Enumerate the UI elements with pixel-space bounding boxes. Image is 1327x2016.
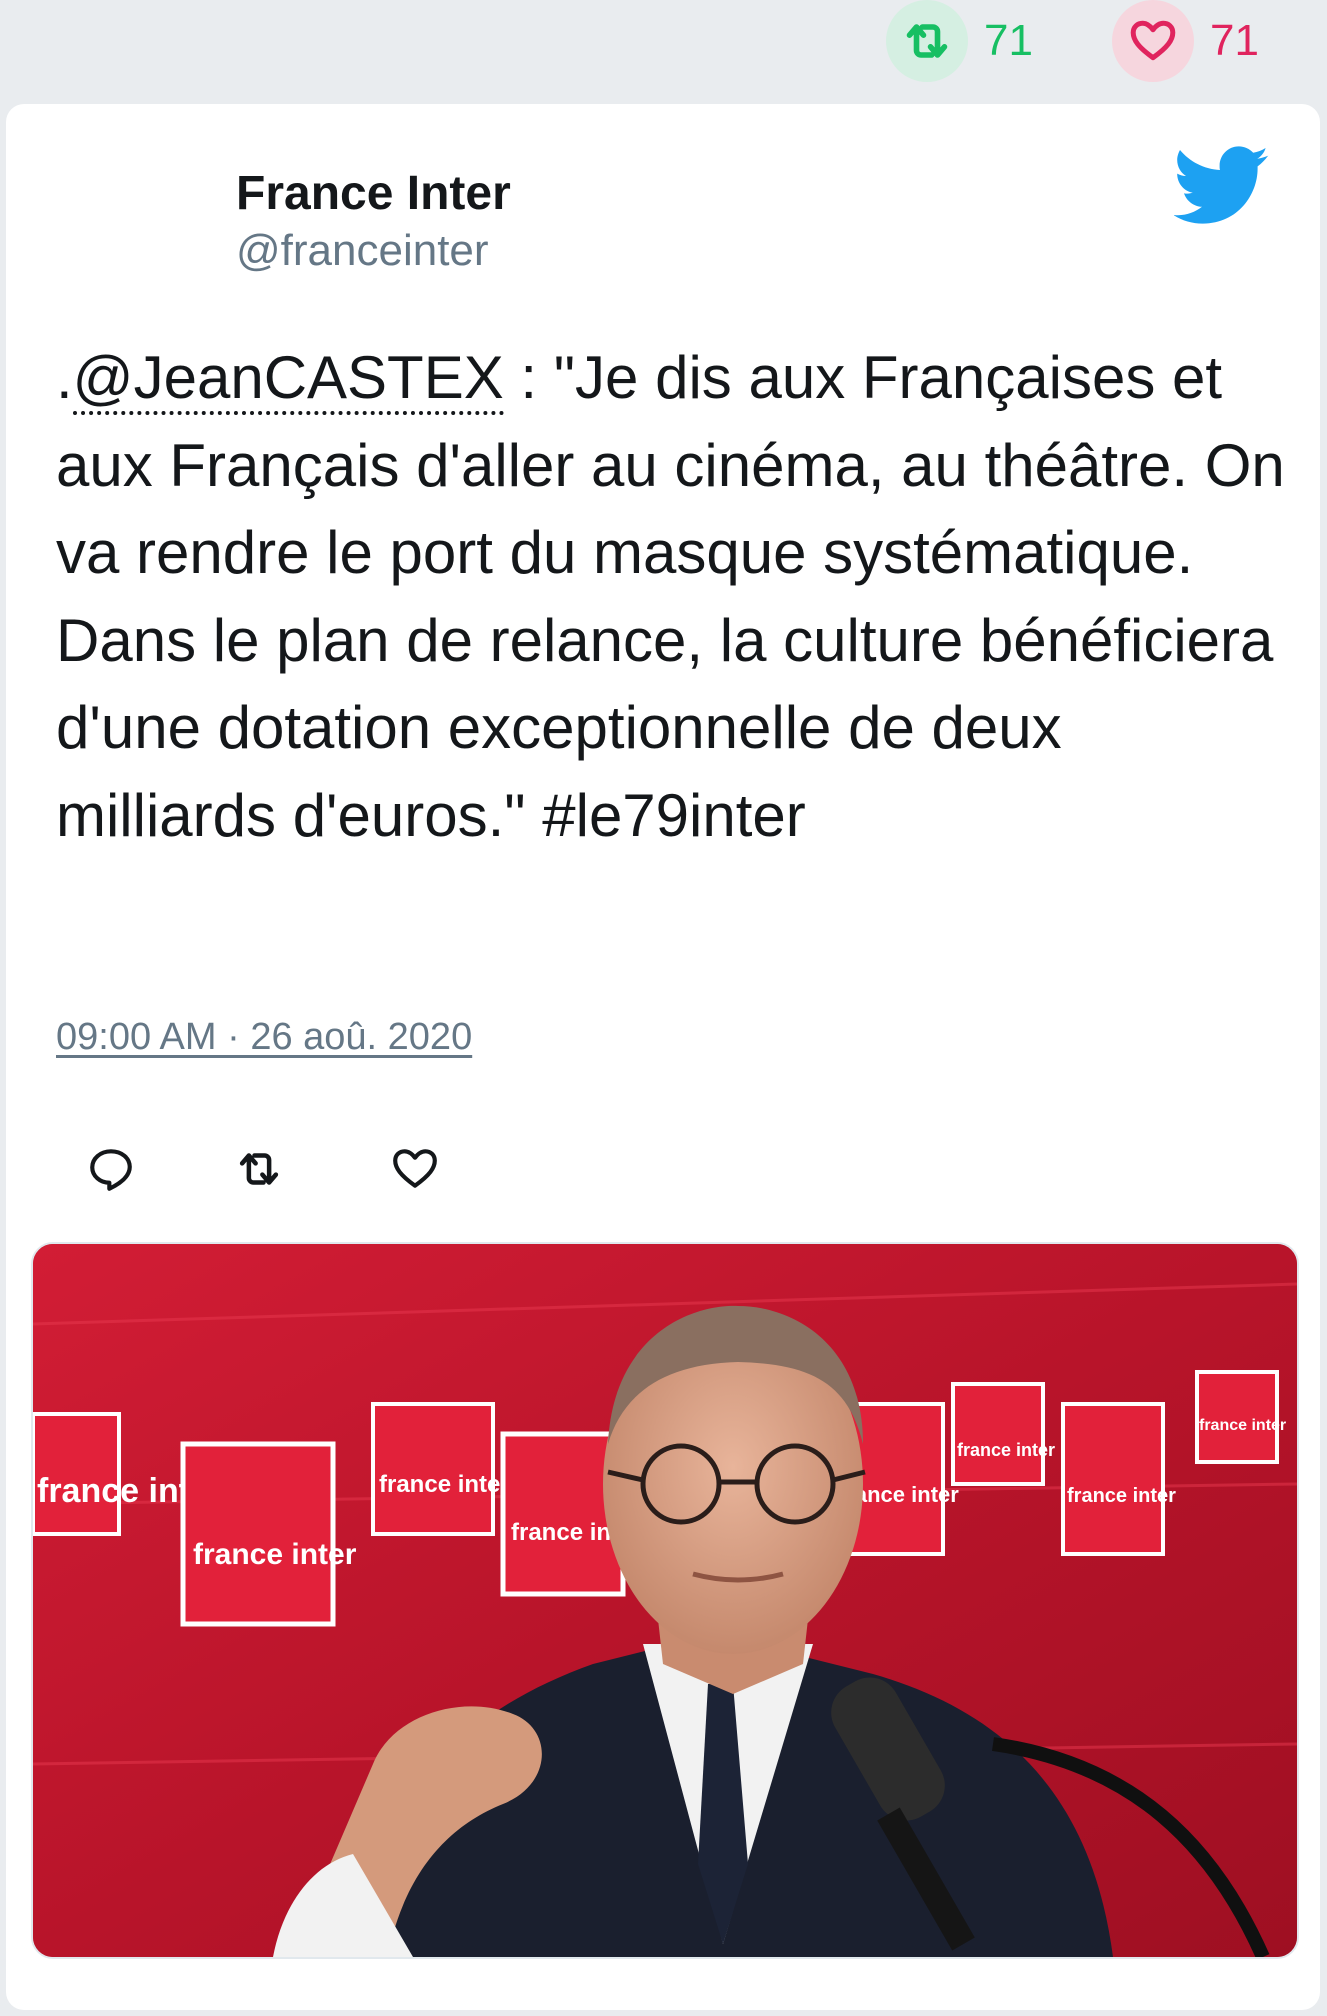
tweet-media-photo[interactable]: france inter france inter france inter f… xyxy=(31,1242,1299,1959)
logo-text: france inter xyxy=(1067,1485,1176,1507)
retweet-count: 71 xyxy=(984,16,1033,65)
like-action-icon[interactable] xyxy=(380,1134,450,1204)
france-inter-logo-3: france inter xyxy=(371,1402,510,1536)
twitter-bird-icon[interactable] xyxy=(1174,146,1270,226)
avatar[interactable] xyxy=(58,160,178,280)
tweet-card: France Inter @franceinter .@JeanCASTEX :… xyxy=(6,104,1320,2010)
interview-photo: france inter france inter france inter f… xyxy=(33,1244,1297,1957)
tweet-timestamp[interactable]: 09:00 AM · 26 aoû. 2020 xyxy=(56,1016,472,1059)
mention-link[interactable]: @JeanCASTEX xyxy=(72,344,504,415)
heart-icon[interactable] xyxy=(1112,0,1194,82)
logo-text: france inter xyxy=(1199,1417,1286,1434)
retweet-action-icon[interactable] xyxy=(224,1134,294,1204)
author-name[interactable]: France Inter xyxy=(236,166,511,221)
logo-text: france inter xyxy=(957,1440,1055,1460)
author-handle[interactable]: @franceinter xyxy=(236,226,489,276)
france-inter-logo-7: france inter xyxy=(1061,1402,1176,1556)
like-stat[interactable]: 71 xyxy=(1112,0,1259,82)
logo-text: france inter xyxy=(379,1471,510,1498)
reply-icon[interactable] xyxy=(76,1134,146,1204)
logo-text: france inter xyxy=(193,1538,357,1571)
france-inter-logo-8: france inter xyxy=(1195,1370,1286,1464)
france-inter-logo-6: france inter xyxy=(951,1382,1055,1486)
tweet-text-body: : "Je dis aux Françaises et aux Français… xyxy=(56,344,1285,849)
tweet-text-prefix: . xyxy=(56,344,73,411)
like-count: 71 xyxy=(1210,16,1259,65)
retweet-stat[interactable]: 71 xyxy=(886,0,1033,82)
engagement-bar: 71 71 xyxy=(0,0,1327,100)
retweet-icon[interactable] xyxy=(886,0,968,82)
france-inter-logo-2: france inter xyxy=(180,1441,357,1627)
tweet-text: .@JeanCASTEX : "Je dis aux Françaises et… xyxy=(56,334,1286,859)
